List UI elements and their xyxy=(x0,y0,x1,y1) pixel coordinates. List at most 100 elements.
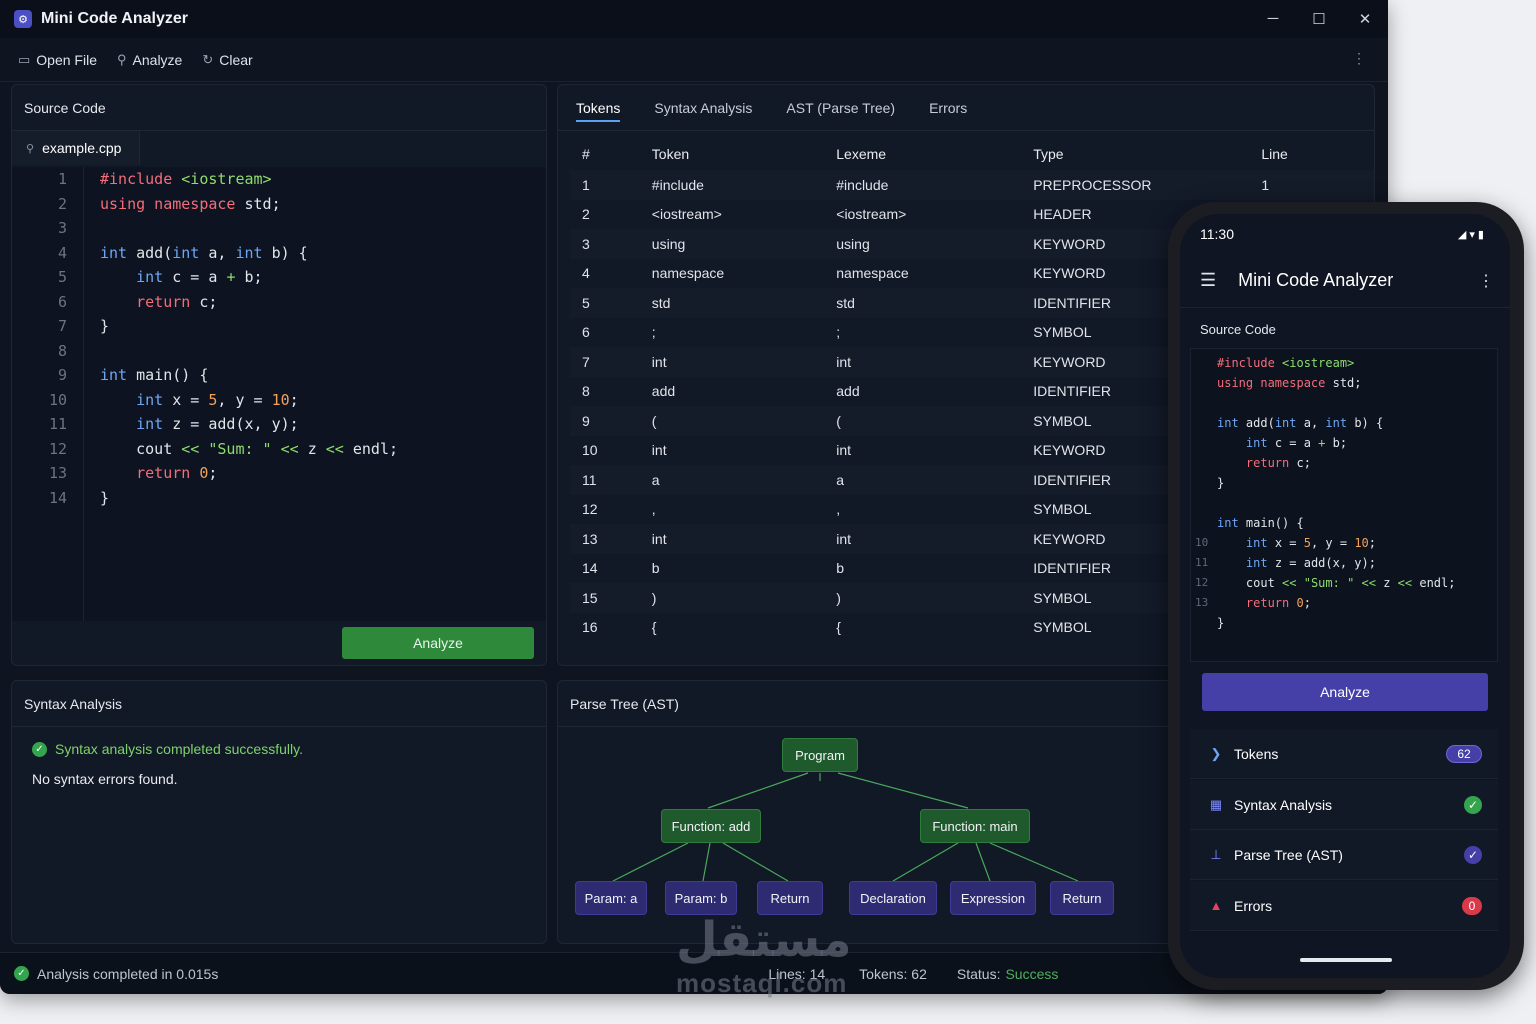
ast-status-badge: ✓ xyxy=(1464,845,1482,864)
maximize-button[interactable]: ☐ xyxy=(1296,10,1342,28)
column-header[interactable]: Line xyxy=(1249,137,1374,170)
phone-row-tokens[interactable]: ❯ Tokens 62 xyxy=(1190,729,1498,779)
ast-node-return-main[interactable]: Return xyxy=(1050,881,1114,915)
table-cell: ( xyxy=(824,406,1022,436)
ast-node-program[interactable]: Program xyxy=(782,738,858,772)
minimize-button[interactable]: ─ xyxy=(1250,10,1296,28)
column-header[interactable]: Type xyxy=(1021,137,1249,170)
column-header[interactable]: Lexeme xyxy=(824,137,1021,170)
phone-line-number: 12 xyxy=(1195,576,1209,589)
menu-icon[interactable]: ☰ xyxy=(1200,270,1216,291)
table-cell: std xyxy=(639,288,825,318)
ast-node-function-add[interactable]: Function: add xyxy=(661,809,761,843)
table-cell: ; xyxy=(651,324,656,341)
table-cell: 4 xyxy=(582,265,590,282)
clear-icon: ↻ xyxy=(202,51,214,67)
close-button[interactable]: ✕ xyxy=(1342,10,1388,28)
line-number: 9 xyxy=(57,366,67,384)
code-line: return 0; xyxy=(136,464,218,482)
analyze-toolbar-button[interactable]: ⚲ Analyze xyxy=(117,52,182,68)
phone-row-syntax[interactable]: ▦ Syntax Analysis ✓ xyxy=(1190,780,1498,830)
tab-tokens[interactable]: Tokens xyxy=(576,92,621,124)
status-label: Status: xyxy=(956,965,1001,982)
table-cell: int xyxy=(824,347,1022,377)
table-cell: b xyxy=(651,560,660,577)
more-options-icon[interactable]: ⋮ xyxy=(1352,50,1366,67)
ast-node-function-main[interactable]: Function: main xyxy=(920,809,1030,843)
phone-analyze-button[interactable]: Analyze xyxy=(1202,673,1488,711)
table-cell: 7 xyxy=(570,347,640,377)
line-number: 5 xyxy=(57,268,67,286)
tree-icon: ⊥ xyxy=(1210,846,1222,862)
tokens-count: Tokens: 62 xyxy=(859,965,927,982)
ast-node-return[interactable]: Return xyxy=(757,881,823,915)
line-number: 6 xyxy=(57,292,67,311)
code-line: int z = add(x, y); xyxy=(136,415,299,433)
line-number: 14 xyxy=(48,488,67,507)
code-line: } xyxy=(100,317,110,335)
table-cell: using xyxy=(824,229,1022,259)
tab-errors[interactable]: Errors xyxy=(929,92,967,124)
file-tab[interactable]: ⚲ example.cpp xyxy=(12,131,140,165)
table-cell: <iostream> xyxy=(836,206,907,223)
phone-line-number: 10 xyxy=(1195,536,1209,549)
table-cell: 9 xyxy=(570,406,640,436)
phone-code-line: 12 cout << "Sum: " << z << endl; xyxy=(1191,573,1497,593)
table-cell: int xyxy=(824,524,1022,554)
app-title: Mini Code Analyzer xyxy=(41,10,188,27)
ast-node-expression[interactable]: Expression xyxy=(950,881,1036,915)
table-cell: 12 xyxy=(582,501,598,518)
ast-node-param-b[interactable]: Param: b xyxy=(665,881,737,915)
ast-node-declaration[interactable]: Declaration xyxy=(849,881,937,915)
phone-mockup: 11:30 ◢ ▾ ▮ ☰ Mini Code Analyzer ⋮ Sourc… xyxy=(1168,202,1524,990)
table-cell: #include xyxy=(639,170,825,200)
phone-row-ast[interactable]: ⊥ Parse Tree (AST) ✓ xyxy=(1190,830,1498,880)
tab-ast[interactable]: AST (Parse Tree) xyxy=(786,92,895,124)
line-number: 7 xyxy=(57,317,67,335)
clear-button[interactable]: ↻ Clear xyxy=(202,52,252,68)
signal-battery-icon: ◢ ▾ ▮ xyxy=(1457,228,1484,241)
phone-title: Mini Code Analyzer xyxy=(1238,270,1394,290)
syntax-icon: ▦ xyxy=(1209,796,1223,812)
phone-code-line: } xyxy=(1217,616,1225,630)
table-cell: { xyxy=(651,619,657,636)
table-cell: <iostream> xyxy=(651,206,722,223)
home-indicator[interactable] xyxy=(1300,958,1392,962)
table-cell: ; xyxy=(836,324,841,341)
code-line: using namespace std; xyxy=(100,194,281,213)
watermark-latin: mostaql.com xyxy=(676,968,848,998)
open-file-button[interactable]: ▭ Open File xyxy=(18,52,97,68)
table-cell: 11 xyxy=(570,465,640,495)
column-header[interactable]: Token xyxy=(640,137,824,170)
line-number: 12 xyxy=(48,439,67,458)
phone-row-errors[interactable]: ▲ Errors 0 xyxy=(1190,881,1498,931)
table-cell: using xyxy=(639,229,825,259)
table-cell: a xyxy=(639,465,825,495)
code-line: } xyxy=(100,488,110,507)
phone-code-line xyxy=(1191,493,1497,513)
code-line: int c = a + b; xyxy=(136,268,263,286)
table-cell: 3 xyxy=(570,229,640,259)
warning-icon: ▲ xyxy=(1209,898,1223,913)
source-code-header: Source Code xyxy=(12,85,546,131)
phone-code-line xyxy=(1191,393,1497,413)
analyze-icon: ⚲ xyxy=(117,51,127,67)
phone-code-line: int main() { xyxy=(1217,516,1304,530)
table-cell: a xyxy=(824,465,1022,495)
line-number: 8 xyxy=(57,341,67,360)
line-number: 1 xyxy=(57,170,67,188)
table-row[interactable]: 1 #include #include PREPROCESSOR 1 xyxy=(570,170,1374,200)
result-tabs: Tokens Syntax Analysis AST (Parse Tree) … xyxy=(558,85,1374,131)
table-cell: add xyxy=(836,383,860,400)
phone-code-editor[interactable]: #include <iostream> using namespace std; … xyxy=(1190,348,1498,662)
tab-syntax-analysis[interactable]: Syntax Analysis xyxy=(654,92,752,124)
phone-more-icon[interactable]: ⋮ xyxy=(1478,271,1494,291)
ast-node-param-a[interactable]: Param: a xyxy=(575,881,647,915)
analyze-button[interactable]: Analyze xyxy=(342,627,534,659)
table-cell: 8 xyxy=(582,383,590,400)
line-number: 2 xyxy=(57,194,67,213)
phone-code-line: 13 return 0; xyxy=(1191,593,1497,613)
column-header[interactable]: # xyxy=(570,137,640,170)
code-editor[interactable]: 1 2 3 4 5 6 7 8 9 10 11 12 13 14 #includ… xyxy=(12,167,546,621)
